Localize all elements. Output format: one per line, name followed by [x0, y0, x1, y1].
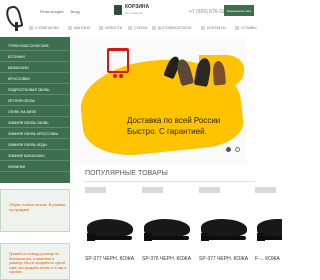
sidebar-item-summer-shoes[interactable]: ЛЕТНЯЯ ОБУВЬ — [0, 96, 70, 106]
main-navigation: О КОМПАНИИ МАГАЗИН НОВОСТИ СТАТЬИ ДОСТАВ… — [29, 23, 280, 32]
product-badge — [199, 187, 220, 193]
nav-delivery[interactable]: ДОСТАВКА/ОПЛАТА — [152, 23, 192, 32]
product-name[interactable]: SP-377 ЧЕРН. КОЖА — [199, 256, 253, 263]
shopping-cart-icon — [107, 48, 129, 78]
sidebar-item-winter-moccasins[interactable]: ЗИМНИЕ МОКАСИНЫ — [0, 151, 70, 161]
product-badge — [85, 187, 106, 193]
product-card[interactable]: SP-376 ЧЕРН. КОЖА — [142, 187, 197, 280]
product-name[interactable]: SP-376 ЧЕРН. КОЖА — [142, 256, 196, 263]
product-card[interactable]: F-... КОЖА — [255, 187, 282, 280]
nav-articles[interactable]: СТАТЬИ — [128, 23, 147, 32]
slide-dot-1[interactable] — [226, 147, 231, 152]
product-shoe-image[interactable] — [201, 209, 248, 244]
product-name[interactable]: SP-377 ЧЕРН. КОЖА — [85, 256, 139, 263]
callback-button[interactable]: Перезвоните мне — [224, 5, 254, 16]
slide-dot-2[interactable] — [235, 147, 240, 152]
sidebar-item-teen-shoes[interactable]: ПОДРОСТКОВАЯ ОБУВЬ — [0, 85, 70, 95]
sidebar-item-fur-shoes[interactable]: ОБУВЬ НА МЕХЕ — [0, 107, 70, 117]
login-link[interactable]: Вход — [71, 9, 80, 14]
nav-news[interactable]: НОВОСТИ — [99, 23, 122, 32]
nav-contacts[interactable]: КОНТАКТЫ — [201, 23, 226, 32]
product-card[interactable]: SP-377 ЧЕРН. КОЖА — [199, 187, 254, 280]
banner-text: Доставка по всей России Быстро. С гарант… — [127, 116, 221, 136]
section-divider — [85, 181, 255, 182]
delivery-banner[interactable]: Доставка по всей России Быстро. С гарант… — [71, 37, 247, 164]
product-shoe-image[interactable] — [144, 209, 191, 244]
product-card[interactable]: SP-377 ЧЕРН. КОЖА — [85, 187, 140, 280]
sidebar-item-classic-shoes[interactable]: ТУФЛИ КЛАССИЧЕСКИЕ — [0, 41, 70, 51]
shoe-sole — [88, 236, 132, 240]
wholesale-notice: Обувь только оптом. В размер ну продам! — [0, 189, 70, 232]
retail-notice: Прошёл по поводу розницы не беспокоиться… — [0, 243, 70, 280]
shoe-sole — [145, 236, 189, 240]
sidebar-item-moccasins[interactable]: МОКАСИНЫ — [0, 63, 70, 73]
product-shoe-image[interactable] — [257, 209, 282, 244]
nav-reviews[interactable]: ОТЗЫВЫ — [235, 23, 256, 32]
shoe-logo-icon[interactable] — [4, 2, 26, 32]
register-link[interactable]: Регистрация — [40, 9, 63, 14]
category-sidebar: ТУФЛИ КЛАССИЧЕСКИЕ БОТИНКИ МОКАСИНЫ КРОС… — [0, 37, 70, 183]
sidebar-item-winter-keds[interactable]: ЗИМНЯЯ ОБУВЬ КЕДЫ — [0, 140, 70, 150]
popular-products-title: ПОПУЛЯРНЫЕ ТОВАРЫ — [85, 170, 168, 177]
product-badge — [142, 187, 163, 193]
retail-notice-text: Прошёл по поводу розницы не беспокоиться… — [9, 252, 67, 274]
sidebar-item-new[interactable]: НОВИНКИ — [0, 162, 70, 172]
cart-widget[interactable]: КОРЗИНА Нет товаров — [114, 4, 158, 18]
nav-about[interactable]: О КОМПАНИИ — [29, 23, 59, 32]
logo-shoe-outline — [4, 4, 24, 30]
wholesale-notice-text: Обувь только оптом. В размер ну продам! — [9, 202, 66, 212]
banner-pagination — [226, 147, 250, 154]
shoe-sole — [202, 236, 246, 240]
nav-shop[interactable]: МАГАЗИН — [68, 23, 90, 32]
product-badge — [255, 187, 276, 193]
cart-title: КОРЗИНА — [125, 4, 150, 10]
product-shoe-image[interactable] — [87, 209, 134, 244]
cart-icon[interactable] — [114, 5, 122, 15]
auth-links: Регистрация Вход — [40, 9, 86, 14]
product-name[interactable]: F-... КОЖА — [255, 256, 280, 263]
cart-subtitle: Нет товаров — [125, 11, 143, 15]
shoe-sole — [258, 236, 282, 240]
logo-heel — [15, 22, 18, 31]
sidebar-item-sneakers[interactable]: КРОССОВКИ — [0, 74, 70, 84]
sidebar-item-winter-sneakers[interactable]: ЗИМНЯЯ ОБУВЬ КРОССОВКА — [0, 129, 70, 139]
sidebar-item-winter-shoes[interactable]: ЗИМНЯЯ ОБУВЬ ОБУВЬ — [0, 118, 70, 128]
sidebar-item-boots[interactable]: БОТИНКИ — [0, 52, 70, 62]
